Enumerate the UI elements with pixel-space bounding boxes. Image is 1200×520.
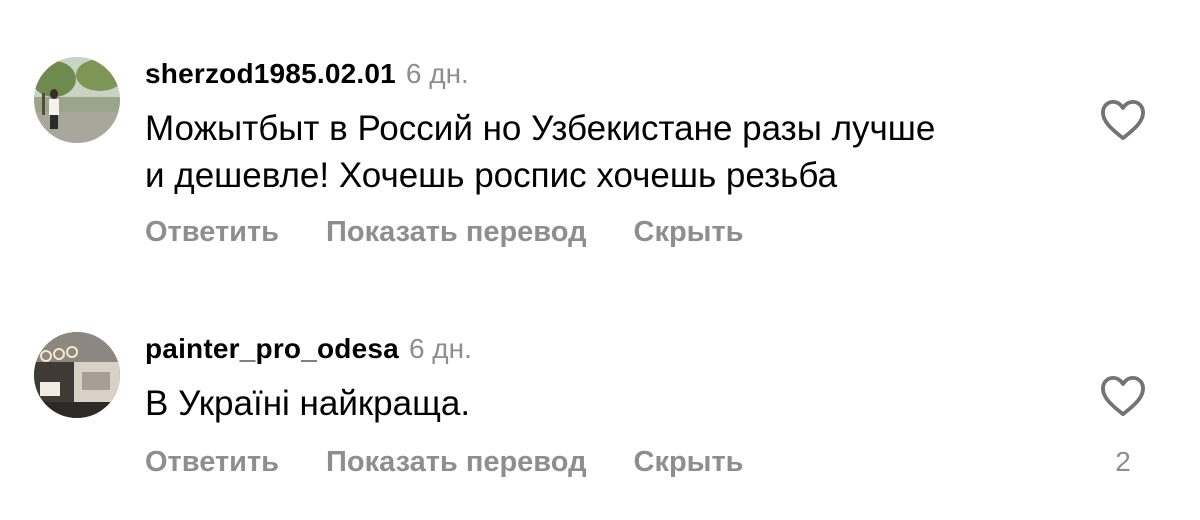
- reply-button[interactable]: Ответить: [145, 216, 279, 249]
- reply-button[interactable]: Ответить: [145, 446, 279, 479]
- username[interactable]: sherzod1985.02.01: [145, 58, 396, 90]
- comment-text-line: и дешевле! Хочешь роспис хочешь резьба: [145, 156, 838, 195]
- comment-actions: Ответить Показать перевод Скрыть: [145, 216, 743, 249]
- hide-button[interactable]: Скрыть: [634, 216, 744, 249]
- comment-text-line: В Україні найкраща.: [145, 384, 471, 423]
- heart-outline-icon[interactable]: [1100, 375, 1146, 417]
- timestamp: 6 дн.: [408, 333, 472, 364]
- comment-item: sherzod1985.02.01 6 дн. Можытбыт в Росси…: [0, 0, 1200, 280]
- avatar-photo: [34, 332, 120, 418]
- hide-button[interactable]: Скрыть: [634, 446, 744, 479]
- comment-header: painter_pro_odesa 6 дн.: [145, 333, 472, 373]
- avatar[interactable]: [34, 332, 120, 418]
- username[interactable]: painter_pro_odesa: [145, 333, 399, 365]
- comment-text: В Україні найкраща.: [145, 380, 1065, 427]
- comment-item: painter_pro_odesa 6 дн. В Україні найкра…: [0, 280, 1200, 520]
- avatar-photo: [34, 57, 120, 143]
- show-translation-button[interactable]: Показать перевод: [326, 446, 586, 479]
- comment-header: sherzod1985.02.01 6 дн.: [145, 58, 469, 98]
- like-count: 2: [1115, 446, 1131, 477]
- timestamp: 6 дн.: [405, 58, 469, 89]
- comment-text: Можытбыт в Россий но Узбекистане разы лу…: [145, 105, 1065, 199]
- show-translation-button[interactable]: Показать перевод: [326, 216, 586, 249]
- heart-outline-icon[interactable]: [1100, 99, 1146, 141]
- comment-actions: Ответить Показать перевод Скрыть: [145, 446, 743, 479]
- comment-text-line: Можытбыт в Россий но Узбекистане разы лу…: [145, 109, 936, 148]
- avatar[interactable]: [34, 57, 120, 143]
